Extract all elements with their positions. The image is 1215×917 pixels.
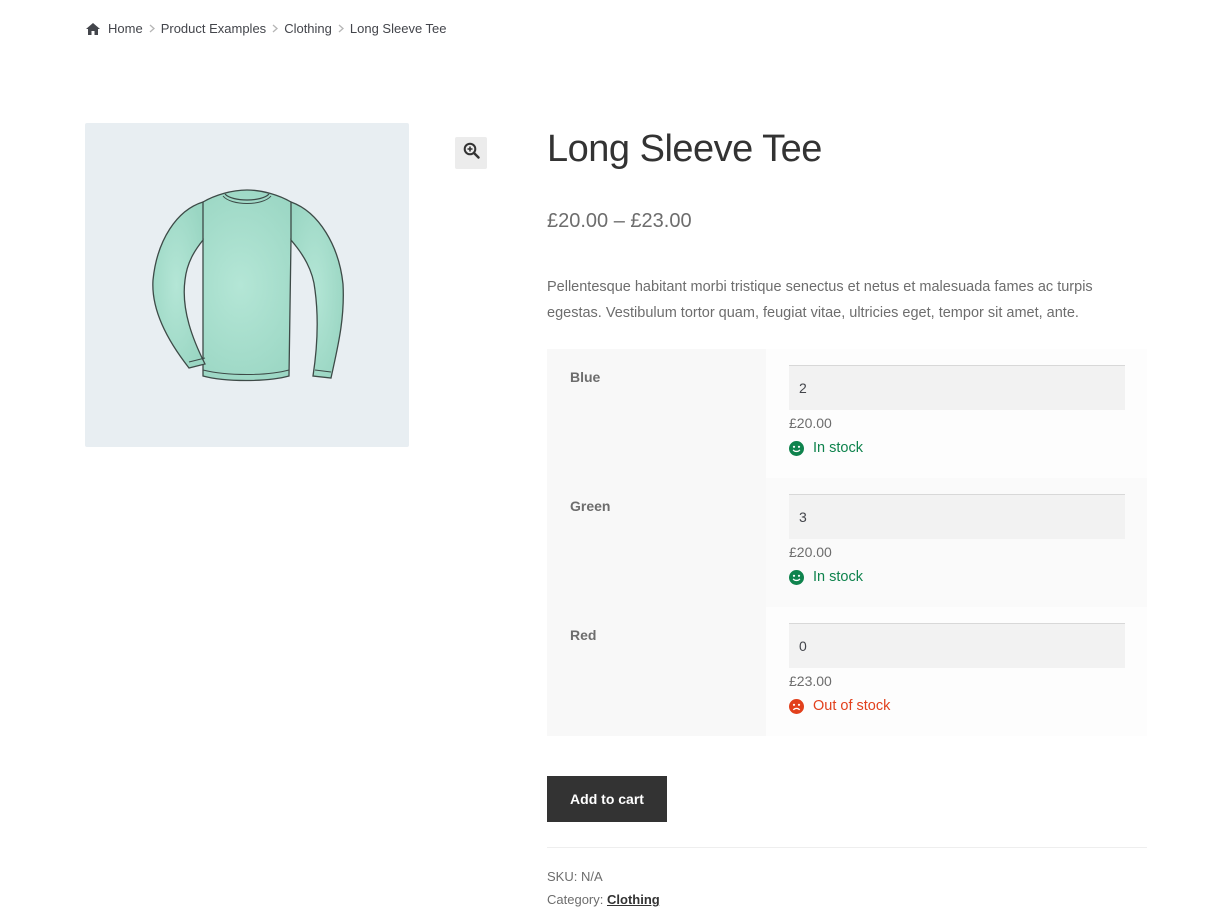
variation-label: Blue — [547, 349, 766, 478]
variation-price: £20.00 — [789, 415, 832, 431]
sku-line: SKU: N/A — [547, 869, 603, 884]
zoom-button[interactable] — [455, 137, 487, 169]
quantity-input-blue[interactable] — [789, 365, 1125, 410]
variation-row-red: Red £23.00 Out of stock — [547, 607, 1147, 736]
product-title: Long Sleeve Tee — [547, 128, 822, 170]
variation-price: £23.00 — [789, 673, 832, 689]
variation-label: Green — [547, 478, 766, 607]
chevron-right-icon — [272, 24, 279, 33]
product-gallery-image[interactable] — [85, 123, 409, 447]
stock-status: In stock — [789, 440, 1147, 456]
breadcrumb: Home Product Examples Clothing Long Slee… — [85, 21, 447, 36]
product-meta: SKU: N/A Category: Clothing — [547, 865, 660, 911]
breadcrumb-link-clothing[interactable]: Clothing — [284, 21, 332, 36]
add-to-cart-button[interactable]: Add to cart — [547, 776, 667, 822]
variation-row-blue: Blue £20.00 In stock — [547, 349, 1147, 478]
home-icon[interactable] — [85, 22, 101, 36]
divider — [547, 847, 1147, 848]
frown-icon — [789, 698, 804, 714]
product-description: Pellentesque habitant morbi tristique se… — [547, 279, 1093, 321]
quantity-input-green[interactable] — [789, 494, 1125, 539]
quantity-input-red[interactable] — [789, 623, 1125, 668]
stock-status: In stock — [789, 569, 1147, 585]
category-link-clothing[interactable]: Clothing — [607, 892, 660, 907]
chevron-right-icon — [149, 24, 155, 33]
category-line: Category: Clothing — [547, 892, 660, 907]
long-sleeve-tee-illustration — [152, 189, 344, 382]
variations-table: Blue £20.00 In stock Green £20.00 In sto… — [547, 349, 1147, 736]
breadcrumb-link-product-examples[interactable]: Product Examples — [161, 21, 267, 36]
variation-label: Red — [547, 607, 766, 736]
smile-icon — [789, 440, 804, 456]
smile-icon — [789, 569, 804, 585]
chevron-right-icon — [338, 24, 344, 33]
variation-row-green: Green £20.00 In stock — [547, 478, 1147, 607]
zoom-in-icon — [463, 142, 480, 164]
sku-value: N/A — [580, 869, 603, 884]
breadcrumb-link-home[interactable]: Home — [108, 21, 143, 36]
product-summary: Long Sleeve Tee £20.00 – £23.00 Pellente… — [547, 120, 1147, 321]
breadcrumb-current: Long Sleeve Tee — [349, 21, 447, 36]
variation-price: £20.00 — [789, 544, 832, 560]
product-price-range: £20.00 – £23.00 — [547, 210, 692, 232]
stock-status: Out of stock — [789, 698, 1147, 714]
